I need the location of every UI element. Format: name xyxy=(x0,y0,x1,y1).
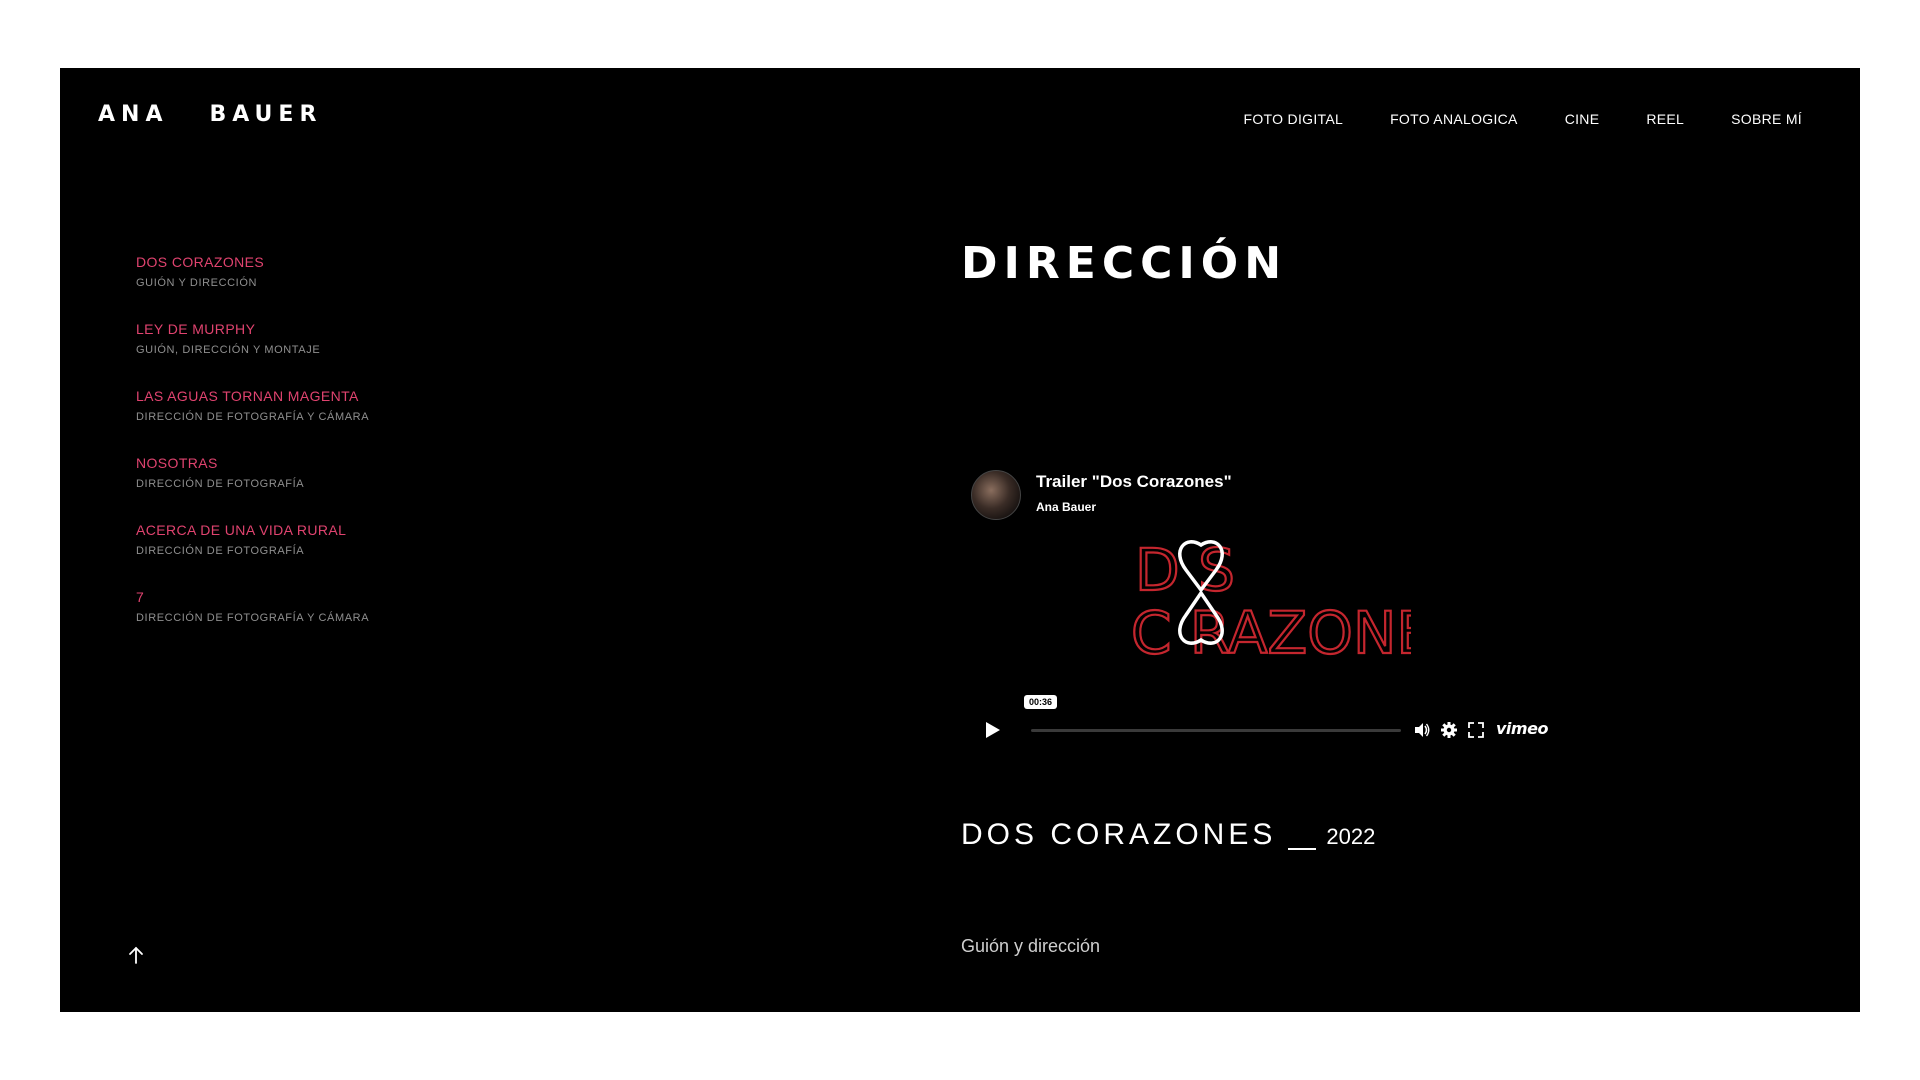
project-title[interactable]: 7 xyxy=(136,588,556,606)
play-icon[interactable] xyxy=(981,719,1003,741)
nav-cine[interactable]: CINE xyxy=(1565,111,1600,127)
project-title[interactable]: DOS CORAZONES xyxy=(136,253,556,271)
fullscreen-icon[interactable] xyxy=(1467,721,1485,739)
project-role: DIRECCIÓN DE FOTOGRAFÍA xyxy=(136,545,305,557)
nav-foto-digital[interactable]: FOTO DIGITAL xyxy=(1244,111,1344,127)
page-frame: ANA BAUER FOTO DIGITAL FOTO ANALOGICA CI… xyxy=(60,68,1860,1012)
main-nav: FOTO DIGITAL FOTO ANALOGICA CINE REEL SO… xyxy=(1197,111,1802,127)
project-role: GUIÓN, DIRECCIÓN Y MONTAJE xyxy=(136,344,321,356)
arrow-up-icon[interactable] xyxy=(124,943,148,967)
film-heading: DOS CORAZONES 2022 xyxy=(961,818,1375,852)
project-item-las-aguas-tornan-magenta[interactable]: LAS AGUAS TORNAN MAGENTA DIRECCIÓN DE FO… xyxy=(136,387,556,424)
project-role: DIRECCIÓN DE FOTOGRAFÍA Y CÁMARA xyxy=(136,612,370,624)
project-title[interactable]: NOSOTRAS xyxy=(136,454,556,472)
project-item-7[interactable]: 7 DIRECCIÓN DE FOTOGRAFÍA Y CÁMARA xyxy=(136,588,556,625)
gear-icon[interactable] xyxy=(1440,721,1458,739)
player-controls: 00:36 vimeo xyxy=(971,695,1561,745)
vimeo-logo[interactable]: vimeo xyxy=(1496,719,1548,738)
nav-foto-analogica[interactable]: FOTO ANALOGICA xyxy=(1390,111,1518,127)
avatar[interactable] xyxy=(971,470,1021,520)
time-tooltip: 00:36 xyxy=(1024,695,1058,709)
video-poster[interactable]: D S C RAZONES xyxy=(1131,535,1411,665)
project-item-ley-de-murphy[interactable]: LEY DE MURPHY GUIÓN, DIRECCIÓN Y MONTAJE xyxy=(136,320,556,357)
project-title[interactable]: ACERCA DE UNA VIDA RURAL xyxy=(136,521,556,539)
nav-sobre-mi[interactable]: SOBRE MÍ xyxy=(1731,111,1802,127)
project-item-nosotras[interactable]: NOSOTRAS DIRECCIÓN DE FOTOGRAFÍA xyxy=(136,454,556,491)
film-year: 2022 xyxy=(1326,824,1376,849)
video-title[interactable]: Trailer "Dos Corazones" xyxy=(1036,472,1232,492)
site-logo[interactable]: ANA BAUER xyxy=(98,102,322,127)
title-separator xyxy=(1288,848,1317,850)
project-title[interactable]: LEY DE MURPHY xyxy=(136,320,556,338)
project-item-acerca-de-una-vida-rural[interactable]: ACERCA DE UNA VIDA RURAL DIRECCIÓN DE FO… xyxy=(136,521,556,558)
poster-text-line2: C RAZONES xyxy=(1131,599,1411,665)
volume-icon[interactable] xyxy=(1413,721,1431,739)
video-author[interactable]: Ana Bauer xyxy=(1036,500,1096,514)
project-role: DIRECCIÓN DE FOTOGRAFÍA xyxy=(136,478,305,490)
page-title: DIRECCIÓN xyxy=(961,238,1288,289)
project-title[interactable]: LAS AGUAS TORNAN MAGENTA xyxy=(136,387,556,405)
nav-reel[interactable]: REEL xyxy=(1646,111,1684,127)
project-item-dos-corazones[interactable]: DOS CORAZONES GUIÓN Y DIRECCIÓN xyxy=(136,253,556,290)
film-description: Guión y dirección xyxy=(961,936,1101,956)
video-player[interactable]: Trailer "Dos Corazones" Ana Bauer D S C … xyxy=(961,450,1641,870)
project-role: GUIÓN Y DIRECCIÓN xyxy=(136,277,258,289)
film-name: DOS CORAZONES xyxy=(961,818,1277,851)
project-role: DIRECCIÓN DE FOTOGRAFÍA Y CÁMARA xyxy=(136,411,370,423)
project-list: DOS CORAZONES GUIÓN Y DIRECCIÓN LEY DE M… xyxy=(136,253,556,655)
progress-track[interactable] xyxy=(1031,729,1401,732)
